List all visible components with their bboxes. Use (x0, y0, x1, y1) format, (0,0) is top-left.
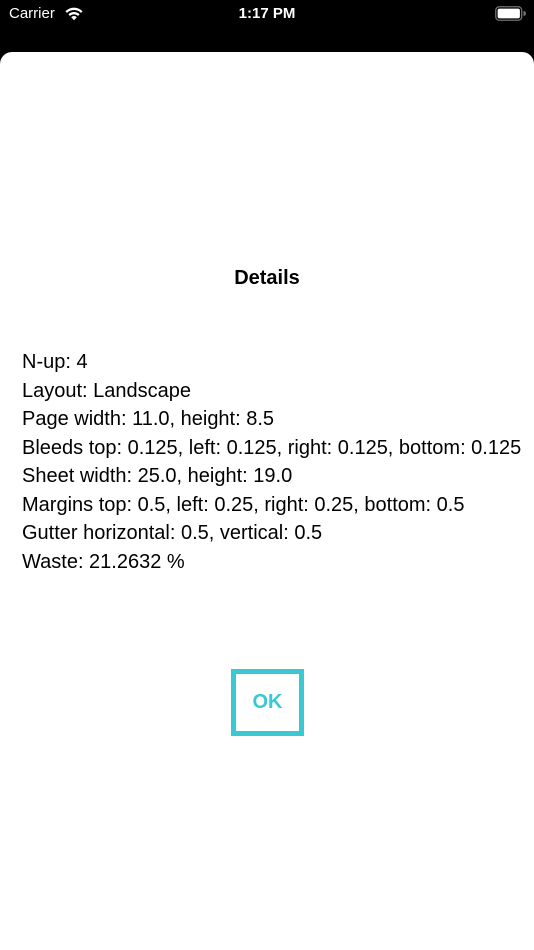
detail-line-layout: Layout: Landscape (22, 379, 192, 402)
detail-line-gutter: Gutter horizontal: 0.5, vertical: 0.5 (22, 522, 323, 544)
detail-line-sheet-size: Sheet width: 25.0, height: 19.0 (22, 465, 293, 487)
details-sheet: Details N-up: 4 Layout: Landscape Page w… (0, 52, 534, 950)
detail-line-waste: Waste: 21.2632 % (22, 550, 185, 573)
detail-line-margins: Margins top: 0.5, left: 0.25, right: 0.2… (22, 493, 465, 516)
dialog-title: Details (234, 267, 300, 289)
detail-line-page-size: Page width: 11.0, height: 8.5 (22, 408, 275, 430)
ok-button[interactable]: OK (231, 669, 304, 736)
details-list: N-up: 4 Layout: Landscape Page width: 11… (22, 348, 522, 576)
status-bar: Carrier 1:17 PM (0, 0, 534, 30)
battery-full-icon (495, 6, 526, 21)
detail-line-n-up: N-up: 4 (22, 351, 88, 373)
detail-line-bleeds: Bleeds top: 0.125, left: 0.125, right: 0… (22, 436, 522, 459)
clock: 1:17 PM (238, 5, 296, 22)
